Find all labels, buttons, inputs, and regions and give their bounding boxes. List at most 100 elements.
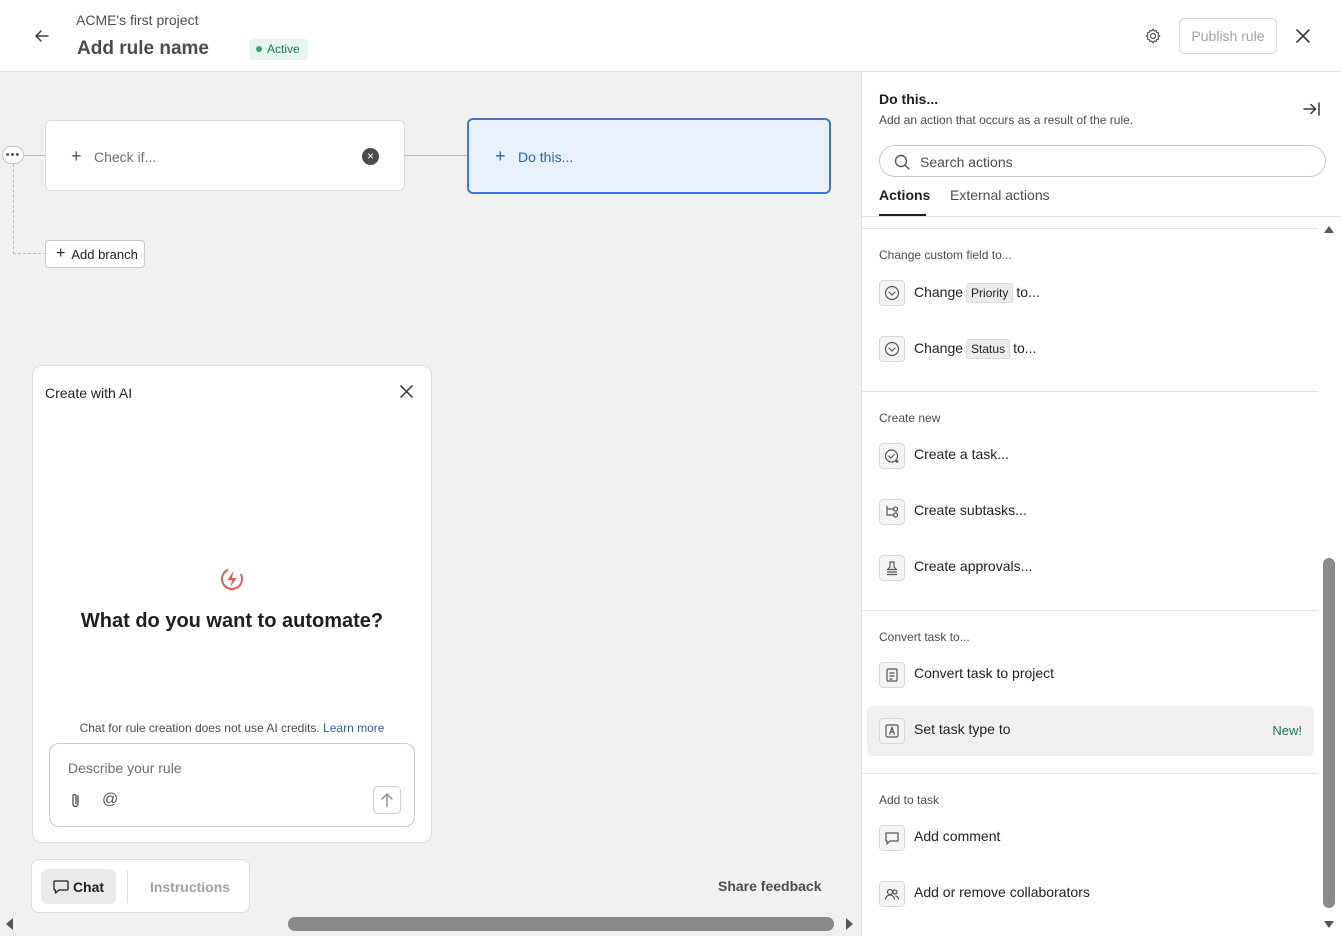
connector-line [404, 155, 468, 156]
ai-note-text: Chat for rule creation does not use AI c… [79, 721, 320, 735]
close-icon [1296, 29, 1310, 43]
scroll-left-icon[interactable] [3, 916, 17, 932]
check-if-card[interactable]: + Check if... × [45, 120, 405, 191]
action-label: Create subtasks... [914, 502, 1027, 518]
ai-panel-close-button[interactable] [395, 380, 417, 402]
action-create-task[interactable]: Create a task... [867, 431, 1314, 481]
describe-rule-input[interactable]: Describe your rule @ [49, 743, 415, 827]
tab-external-actions[interactable]: External actions [950, 187, 1050, 203]
search-actions-input[interactable]: Search actions [879, 145, 1326, 177]
ai-panel-title: Create with AI [45, 385, 133, 401]
task-type-icon [879, 718, 905, 744]
gear-icon [1145, 28, 1161, 44]
connector-line [22, 155, 46, 156]
action-prefix: Change [914, 340, 964, 356]
more-options-button[interactable]: ••• [2, 146, 24, 164]
scroll-right-icon[interactable] [842, 916, 856, 932]
actions-list: Change custom field to... Change Priority… [862, 218, 1318, 936]
tab-divider [127, 870, 128, 903]
section-divider [862, 391, 1318, 392]
chevron-circle-icon [879, 336, 905, 362]
action-change-status[interactable]: Change Status to... [867, 324, 1314, 374]
tab-chat[interactable]: Chat [41, 869, 116, 904]
plus-icon: + [495, 146, 506, 166]
branch-connector [13, 164, 14, 254]
remove-condition-icon[interactable]: × [362, 148, 379, 165]
do-this-card[interactable]: + Do this... [467, 118, 831, 194]
rule-name-field[interactable]: Add rule name [77, 38, 209, 60]
arrow-up-icon [381, 793, 393, 807]
scroll-up-icon[interactable] [1322, 222, 1336, 236]
tab-actions-label: Actions [879, 187, 931, 203]
vertical-scrollbar-thumb[interactable] [1323, 558, 1335, 908]
publish-rule-button[interactable]: Publish rule [1179, 18, 1277, 54]
status-label: Active [267, 42, 300, 56]
action-label: Set task type to [914, 721, 1011, 737]
ai-mode-tabs: Chat Instructions [31, 859, 250, 913]
project-name[interactable]: ACME's first project [76, 12, 198, 28]
chevron-circle-icon [879, 280, 905, 306]
action-label: Change Priority to... [914, 283, 1040, 303]
section-label: Create new [879, 411, 941, 425]
section-divider [862, 773, 1318, 774]
task-add-icon [879, 443, 905, 469]
search-placeholder: Search actions [920, 154, 1013, 170]
close-button[interactable] [1290, 22, 1316, 50]
do-this-label: Do this... [518, 149, 574, 165]
action-convert-to-project[interactable]: Convert task to project [867, 650, 1314, 700]
action-label: Convert task to project [914, 665, 1055, 681]
learn-more-link[interactable]: Learn more [323, 721, 384, 735]
add-branch-button[interactable]: + Add branch [45, 240, 145, 268]
ai-heading: What do you want to automate? [80, 610, 384, 632]
tab-actions[interactable]: Actions [879, 187, 931, 216]
active-tab-underline [879, 214, 926, 216]
branch-connector [13, 253, 46, 254]
panel-title: Do this... [879, 91, 939, 107]
horizontal-scrollbar-thumb[interactable] [288, 917, 834, 931]
field-chip: Priority [966, 283, 1014, 303]
search-icon [894, 154, 910, 170]
section-divider [862, 228, 1318, 229]
action-create-subtasks[interactable]: Create subtasks... [867, 487, 1314, 537]
subtasks-icon [879, 499, 905, 525]
settings-button[interactable] [1140, 22, 1166, 50]
action-change-priority[interactable]: Change Priority to... [867, 268, 1314, 318]
mention-icon[interactable]: @ [102, 791, 118, 809]
top-header: ACME's first project Add rule name Activ… [0, 0, 1341, 72]
action-suffix: to... [1016, 284, 1040, 300]
plus-icon: + [56, 245, 66, 262]
action-label: Add comment [914, 828, 1001, 844]
check-if-label: Check if... [94, 149, 157, 165]
comment-icon [879, 825, 905, 851]
add-branch-label: Add branch [71, 246, 138, 262]
status-badge: Active [249, 39, 308, 60]
tab-instructions[interactable]: Instructions [137, 869, 243, 904]
scroll-down-icon[interactable] [1322, 918, 1336, 932]
field-chip: Status [966, 339, 1011, 359]
action-label: Change Status to... [914, 339, 1036, 359]
section-divider [862, 610, 1318, 611]
action-set-task-type[interactable]: Set task type to New! [867, 706, 1314, 756]
action-suffix: to... [1013, 340, 1037, 356]
action-add-comment[interactable]: Add comment [867, 813, 1314, 863]
paperclip-icon[interactable] [68, 792, 84, 810]
send-button[interactable] [373, 786, 401, 814]
close-icon [399, 384, 413, 398]
share-feedback-button[interactable]: Share feedback [718, 878, 822, 894]
back-button[interactable] [28, 22, 56, 50]
action-label: Create a task... [914, 446, 1009, 462]
rule-canvas[interactable]: ••• + Check if... × + Do this... + Add b… [0, 72, 861, 936]
ai-credits-note: Chat for rule creation does not use AI c… [33, 721, 431, 735]
action-prefix: Change [914, 284, 964, 300]
section-label: Convert task to... [879, 630, 970, 644]
action-create-approvals[interactable]: Create approvals... [867, 543, 1314, 593]
collapse-right-icon [1303, 102, 1320, 116]
panel-subtitle: Add an action that occurs as a result of… [879, 113, 1134, 127]
action-add-collaborators[interactable]: Add or remove collaborators [867, 869, 1314, 919]
action-picker-panel: Do this... Add an action that occurs as … [861, 72, 1341, 936]
section-label: Change custom field to... [879, 248, 1012, 262]
project-icon [879, 662, 905, 688]
collapse-panel-button[interactable] [1300, 98, 1324, 120]
section-label: Add to task [879, 793, 940, 807]
ellipsis-icon: ••• [5, 149, 21, 161]
